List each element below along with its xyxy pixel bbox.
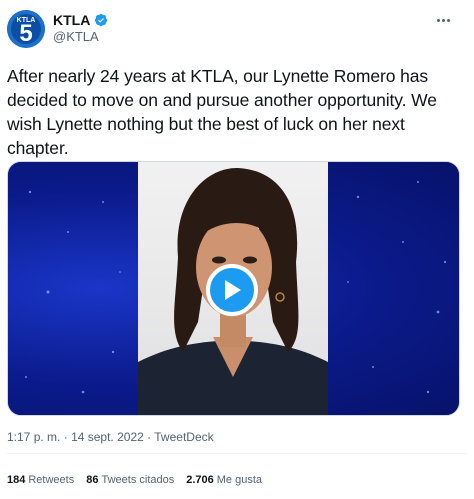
meta-separator: ·: [147, 430, 152, 444]
divider: [7, 453, 467, 454]
tweet-source[interactable]: TweetDeck: [154, 430, 213, 444]
verified-badge-icon: [94, 13, 108, 27]
likes-label: Me gusta: [216, 474, 263, 486]
play-button[interactable]: [206, 264, 258, 316]
likes-stat[interactable]: 2.706 Me gusta: [186, 473, 262, 487]
tweet-text: After nearly 24 years at KTLA, our Lynet…: [7, 66, 437, 158]
more-options-icon[interactable]: [432, 12, 454, 28]
likes-count: 2.706: [186, 474, 214, 486]
meta-separator: ·: [63, 430, 68, 444]
account-name-row: KTLA: [53, 11, 108, 29]
quotes-count: 86: [86, 474, 99, 486]
quotes-stat[interactable]: 86 Tweets citados: [86, 473, 174, 487]
retweets-label: Retweets: [28, 474, 75, 486]
retweets-count: 184: [7, 474, 26, 486]
avatar[interactable]: 5 KTLA: [7, 10, 45, 48]
video-player[interactable]: [7, 161, 460, 416]
account-name[interactable]: KTLA: [53, 11, 90, 29]
avatar-text: KTLA: [17, 17, 36, 24]
tweet-stats: 184 Retweets 86 Tweets citados 2.706 Me gus…: [7, 473, 262, 487]
ktla-logo-icon: 5 KTLA: [7, 10, 45, 48]
play-icon: [225, 280, 241, 300]
account-handle[interactable]: @KTLA: [53, 29, 99, 45]
retweets-stat[interactable]: 184 Retweets: [7, 473, 74, 487]
tweet-meta: 1:17 p. m. · 14 sept. 2022 · TweetDeck: [7, 430, 214, 444]
quotes-label: Tweets citados: [101, 474, 175, 486]
avatar-number: 5: [19, 20, 32, 47]
tweet-time[interactable]: 1:17 p. m.: [7, 430, 60, 444]
tweet-card: 5 KTLA KTLA @KTLA After nearly 24 years …: [0, 0, 474, 499]
tweet-date[interactable]: 14 sept. 2022: [71, 430, 144, 444]
